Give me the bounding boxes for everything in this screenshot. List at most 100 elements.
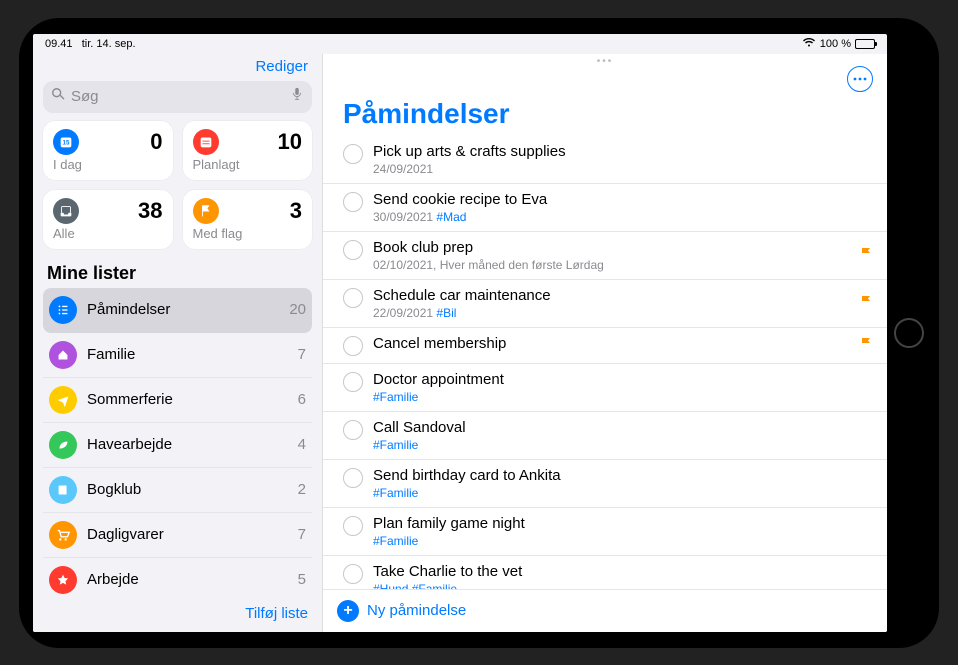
reminder-title: Doctor appointment <box>373 371 873 389</box>
smart-card-med-flag[interactable]: 3 Med flag <box>183 190 313 249</box>
reminder-title: Plan family game night <box>373 515 873 533</box>
list-name: Familie <box>87 346 288 363</box>
add-reminder-button[interactable]: Ny påmindelse <box>367 602 466 619</box>
sidebar-list-bogklub[interactable]: Bogklub 2 <box>43 468 312 513</box>
list-count: 5 <box>298 571 306 588</box>
smart-count: 38 <box>138 198 162 224</box>
book-icon <box>49 476 77 504</box>
reminder-checkbox[interactable] <box>343 516 363 536</box>
list-count: 7 <box>298 346 306 363</box>
reminder-row[interactable]: Cancel membership <box>323 328 887 364</box>
edit-button[interactable]: Rediger <box>255 58 308 75</box>
reminder-subtitle: #Familie <box>373 438 873 452</box>
reminder-checkbox[interactable] <box>343 372 363 392</box>
reminder-row[interactable]: Take Charlie to the vet#Hund #Familie <box>323 556 887 589</box>
list-count: 2 <box>298 481 306 498</box>
reminder-checkbox[interactable] <box>343 564 363 584</box>
reminder-subtitle: #Familie <box>373 486 873 500</box>
list-title: Påmindelser <box>323 98 887 136</box>
battery-icon <box>855 39 875 49</box>
star-icon <box>49 566 77 594</box>
ipad-frame: 09.41 tir. 14. sep. 100 % Rediger <box>19 18 939 648</box>
smart-label: Med flag <box>193 226 303 241</box>
reminder-title: Call Sandoval <box>373 419 873 437</box>
search-input[interactable] <box>71 88 284 105</box>
drag-handle-icon[interactable]: ••• <box>597 56 614 64</box>
tray-icon <box>53 198 79 224</box>
lists-header: Mine lister <box>33 259 322 288</box>
list-name: Bogklub <box>87 481 288 498</box>
reminder-subtitle: 02/10/2021, Hver måned den første Lørdag <box>373 258 849 272</box>
reminder-row[interactable]: Send birthday card to Ankita#Familie <box>323 460 887 508</box>
leaf-icon <box>49 431 77 459</box>
list-name: Dagligvarer <box>87 526 288 543</box>
reminder-subtitle: 24/09/2021 <box>373 162 873 176</box>
sidebar-list-arbejde[interactable]: Arbejde5 <box>43 558 312 595</box>
smart-label: I dag <box>53 157 163 172</box>
list-name: Påmindelser <box>87 301 279 318</box>
cart-icon <box>49 521 77 549</box>
reminder-title: Schedule car maintenance <box>373 287 849 305</box>
screen: 09.41 tir. 14. sep. 100 % Rediger <box>33 34 887 632</box>
more-button[interactable] <box>847 66 873 92</box>
status-time: 09.41 <box>45 38 73 50</box>
flag-icon <box>859 294 873 313</box>
status-bar: 09.41 tir. 14. sep. 100 % <box>33 34 887 54</box>
reminder-checkbox[interactable] <box>343 336 363 356</box>
smart-card-planlagt[interactable]: 10Planlagt <box>183 121 313 180</box>
sidebar-list-påmindelser[interactable]: Påmindelser 20 <box>43 288 312 333</box>
reminder-row[interactable]: Send cookie recipe to Eva30/09/2021 #Mad <box>323 184 887 232</box>
reminder-row[interactable]: Call Sandoval#Familie <box>323 412 887 460</box>
calendar-icon: 15 <box>53 129 79 155</box>
reminder-title: Send cookie recipe to Eva <box>373 191 873 209</box>
list-count: 4 <box>298 436 306 453</box>
sidebar: Rediger 15 0 I dag 10Planlagt 38 Alle 3 Med fla… <box>33 54 323 632</box>
home-button[interactable] <box>894 318 924 348</box>
svg-text:15: 15 <box>63 139 70 146</box>
reminder-title: Take Charlie to the vet <box>373 563 873 581</box>
mic-icon[interactable] <box>290 87 304 106</box>
list-count: 20 <box>289 301 306 318</box>
reminder-subtitle: 30/09/2021 #Mad <box>373 210 873 224</box>
smart-card-alle[interactable]: 38 Alle <box>43 190 173 249</box>
reminder-subtitle: #Familie <box>373 534 873 548</box>
smart-count: 3 <box>290 198 302 224</box>
reminder-title: Book club prep <box>373 239 849 257</box>
sidebar-list-familie[interactable]: Familie 7 <box>43 333 312 378</box>
reminder-title: Pick up arts & crafts supplies <box>373 143 873 161</box>
reminder-checkbox[interactable] <box>343 468 363 488</box>
flag-icon <box>859 246 873 265</box>
add-list-button[interactable]: Tilføj liste <box>245 605 308 622</box>
sidebar-list-dagligvarer[interactable]: Dagligvarer 7 <box>43 513 312 558</box>
reminder-checkbox[interactable] <box>343 288 363 308</box>
sidebar-list-sommerferie[interactable]: Sommerferie6 <box>43 378 312 423</box>
reminder-title: Cancel membership <box>373 335 849 353</box>
smart-count: 0 <box>150 129 162 155</box>
reminder-checkbox[interactable] <box>343 420 363 440</box>
reminder-row[interactable]: Pick up arts & crafts supplies24/09/2021 <box>323 136 887 184</box>
reminder-subtitle: 22/09/2021 #Bil <box>373 306 849 320</box>
smart-card-i-dag[interactable]: 15 0 I dag <box>43 121 173 180</box>
reminder-title: Send birthday card to Ankita <box>373 467 873 485</box>
calendar-lines-icon <box>193 129 219 155</box>
reminder-checkbox[interactable] <box>343 240 363 260</box>
search-field[interactable] <box>43 81 312 113</box>
reminder-row[interactable]: Doctor appointment#Familie <box>323 364 887 412</box>
add-reminder-icon[interactable]: + <box>337 600 359 622</box>
list-icon <box>49 296 77 324</box>
battery-text: 100 % <box>820 38 851 50</box>
reminder-row[interactable]: Book club prep02/10/2021, Hver måned den… <box>323 232 887 280</box>
search-icon <box>51 87 65 106</box>
sidebar-list-havearbejde[interactable]: Havearbejde4 <box>43 423 312 468</box>
reminder-checkbox[interactable] <box>343 192 363 212</box>
reminder-checkbox[interactable] <box>343 144 363 164</box>
list-count: 7 <box>298 526 306 543</box>
reminder-row[interactable]: Schedule car maintenance22/09/2021 #Bil <box>323 280 887 328</box>
reminder-row[interactable]: Plan family game night#Familie <box>323 508 887 556</box>
smart-label: Planlagt <box>193 157 303 172</box>
smart-label: Alle <box>53 226 163 241</box>
plane-icon <box>49 386 77 414</box>
main-pane: ••• Påmindelser Pick up arts & crafts su… <box>323 54 887 632</box>
reminder-subtitle: #Hund #Familie <box>373 582 873 589</box>
wifi-icon <box>802 37 816 50</box>
